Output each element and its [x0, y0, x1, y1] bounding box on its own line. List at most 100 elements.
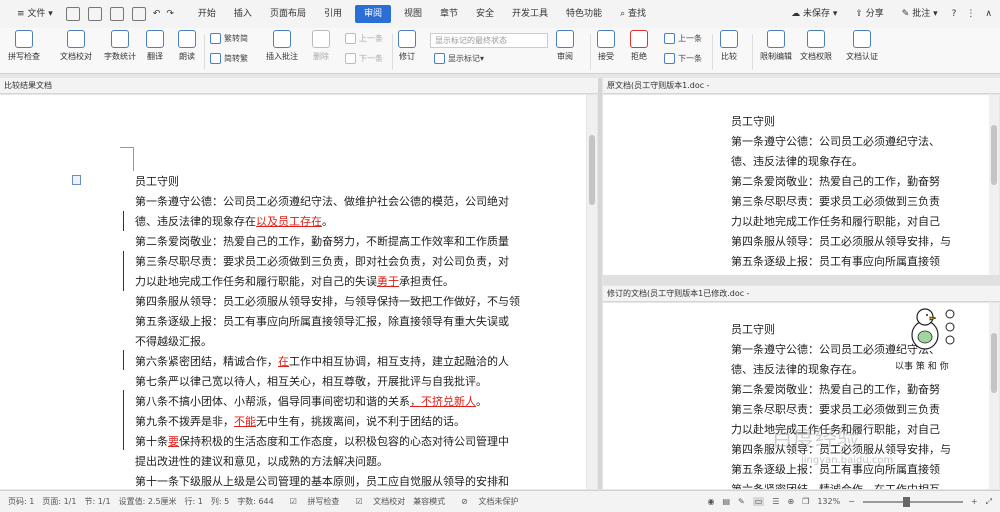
accept-button[interactable]: 接受	[597, 30, 615, 62]
doc-certify-button[interactable]: 文档认证	[846, 30, 878, 62]
tab-security[interactable]: 安全	[467, 0, 503, 28]
restrict-editing-label: 限制编辑	[760, 52, 792, 61]
pane-splitter[interactable]	[598, 78, 602, 489]
doc-line: 第一条遵守公德：公司员工必须遵纪守法、做维护社会公德的模范，公司绝对	[135, 195, 509, 208]
trad-to-simp-button[interactable]: 繁转简	[210, 33, 248, 44]
insert-comment-button[interactable]: 插入批注	[266, 30, 298, 62]
change-bar	[123, 390, 124, 410]
status-protection[interactable]: ⊘ 文档未保护	[453, 496, 518, 507]
tab-home[interactable]: 开始	[189, 0, 225, 28]
help-icon[interactable]: ?	[947, 0, 962, 28]
delete-comment-label: 删除	[313, 52, 329, 61]
restrict-editing-button[interactable]: 限制编辑	[760, 30, 792, 62]
comment-button[interactable]: ✎ 批注 ▾	[893, 0, 947, 28]
print-icon[interactable]	[109, 7, 124, 21]
search-button[interactable]: ⌕ 查找	[611, 0, 655, 28]
status-proofread[interactable]: ☑ 文档校对	[347, 496, 405, 507]
prev-change-button[interactable]: 上一条	[664, 33, 702, 44]
simp-trad-icon	[210, 53, 221, 64]
preview-icon[interactable]	[131, 7, 146, 21]
edit-icon[interactable]: ✎	[738, 497, 745, 506]
tab-review[interactable]: 审阅	[354, 5, 391, 23]
undo-icon[interactable]: ↶	[150, 0, 164, 28]
read-mode-icon[interactable]: ❐	[802, 497, 809, 506]
doc-text: 第六条紧密团结，精诚合作，	[135, 355, 278, 368]
tab-page-layout[interactable]: 页面布局	[261, 0, 315, 28]
compare-button[interactable]: 比较	[720, 30, 738, 62]
redo-icon[interactable]: ↷	[163, 0, 177, 28]
tab-developer[interactable]: 开发工具	[503, 0, 557, 28]
review-pane-button[interactable]: 审阅	[556, 30, 574, 62]
sticker-caption: 以事 策 和 你	[895, 362, 949, 372]
pane-splitter[interactable]	[603, 275, 1000, 285]
zoom-slider-thumb[interactable]	[902, 496, 910, 507]
doc-line: 第三条尽职尽责：要求员工必须做到三负责	[731, 403, 940, 416]
revised-scrollbar[interactable]	[989, 303, 999, 489]
read-aloud-button[interactable]: 朗读	[178, 30, 196, 62]
revised-document[interactable]: 员工守则 第一条遵守公德：公司员工必须遵纪守法、 德、违反法律的现象存在。 第二…	[603, 303, 989, 489]
next-comment-label: 下一条	[359, 54, 383, 63]
unsaved-button[interactable]: ☁ 未保存 ▾	[782, 0, 846, 28]
original-scrollbar[interactable]	[989, 95, 999, 275]
accept-label: 接受	[598, 52, 614, 61]
prev-comment-icon	[345, 33, 356, 44]
zoom-out-button[interactable]: −	[848, 497, 855, 506]
next-comment-button[interactable]: 下一条	[345, 53, 383, 64]
more-icon[interactable]: ⋮	[961, 0, 980, 28]
zoom-slider[interactable]	[862, 496, 963, 507]
doc-permission-button[interactable]: 文档权限	[800, 30, 832, 62]
original-scroll-thumb[interactable]	[991, 125, 997, 185]
revised-scroll-thumb[interactable]	[991, 333, 997, 393]
save-icon[interactable]	[65, 7, 80, 21]
tab-references[interactable]: 引用	[315, 0, 351, 28]
proofread-button[interactable]: 文档校对	[60, 30, 92, 62]
translate-button[interactable]: 翻译	[146, 30, 164, 62]
page-corner-mark	[133, 147, 134, 171]
export-icon[interactable]	[87, 7, 102, 21]
delete-comment-button[interactable]: 删除	[312, 30, 330, 62]
tab-chapter[interactable]: 章节	[431, 0, 467, 28]
eye-icon[interactable]: ◉	[707, 497, 714, 506]
page-view-icon[interactable]: ▭	[752, 497, 765, 506]
left-scrollbar[interactable]	[587, 95, 597, 489]
inserted-text: 要	[168, 435, 179, 448]
collapse-icon[interactable]: ∧	[980, 0, 1000, 28]
outline-view-icon[interactable]: ☰	[772, 497, 779, 506]
word-count-button[interactable]: 字数统计	[104, 30, 136, 62]
share-button[interactable]: ⇪ 分享	[846, 0, 892, 28]
word-count-icon	[111, 30, 129, 48]
tab-insert[interactable]: 插入	[225, 0, 261, 28]
zoom-level[interactable]: 132%	[817, 497, 840, 506]
next-change-button[interactable]: 下一条	[664, 53, 702, 64]
doc-line: 力以赴地完成工作任务和履行职能，对自己	[731, 215, 940, 228]
show-markup-button[interactable]: 显示标记 ▾	[434, 53, 484, 64]
status-row: 行: 1	[184, 497, 203, 506]
compare-result-document[interactable]: 员工守则 第一条遵守公德：公司员工必须遵纪守法、做维护社会公德的模范，公司绝对 …	[0, 95, 586, 489]
doc-line: 第三条尽职尽责：要求员工必须做到三负责	[731, 195, 940, 208]
revise-button[interactable]: 修订	[398, 30, 416, 62]
spell-check-button[interactable]: 拼写检查	[8, 30, 40, 62]
paragraph-menu-icon[interactable]	[72, 175, 81, 185]
fit-window-icon[interactable]: ⤢	[986, 497, 992, 507]
web-view-icon[interactable]: ⊕	[787, 497, 794, 506]
status-page: 页码: 1	[8, 497, 35, 506]
layout-icon[interactable]: ▤	[722, 497, 730, 506]
file-menu[interactable]: ≡ 文件 ▾	[8, 0, 62, 28]
doc-certify-label: 文档认证	[846, 52, 878, 61]
ribbon-divider	[392, 34, 393, 70]
restrict-editing-icon	[767, 30, 785, 48]
original-document[interactable]: 员工守则 第一条遵守公德：公司员工必须遵纪守法、 德、违反法律的现象存在。 第二…	[603, 95, 989, 275]
prev-comment-button[interactable]: 上一条	[345, 33, 383, 44]
zoom-in-button[interactable]: +	[971, 497, 978, 506]
inserted-text: 不能	[234, 415, 256, 428]
doc-line: 第五条逐级上报：员工有事应向所属直接领	[731, 255, 940, 268]
tab-view[interactable]: 视图	[395, 0, 431, 28]
prev-comment-label: 上一条	[359, 34, 383, 43]
status-spell-check[interactable]: ☑ 拼写检查	[282, 496, 340, 507]
markup-display-select[interactable]: 显示标记的最终状态	[430, 33, 548, 48]
reject-button[interactable]: 拒绝	[630, 30, 648, 62]
left-scroll-thumb[interactable]	[589, 135, 595, 205]
tab-features[interactable]: 特色功能	[557, 0, 611, 28]
next-change-label: 下一条	[678, 54, 702, 63]
simp-to-trad-button[interactable]: 简转繁	[210, 53, 248, 64]
